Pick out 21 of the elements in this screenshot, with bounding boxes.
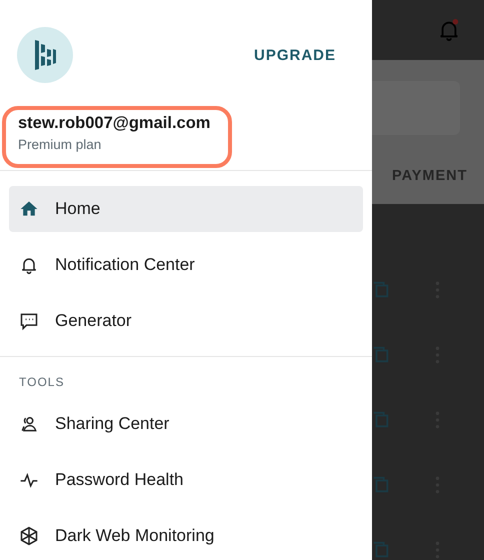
copy-icon[interactable] xyxy=(372,476,390,494)
copy-icon[interactable] xyxy=(372,411,390,429)
menu-item[interactable]: Password Health xyxy=(9,457,363,503)
menu-item[interactable]: Notification Center xyxy=(9,242,363,288)
menu-item[interactable]: Home xyxy=(9,186,363,232)
account-email: stew.rob007@gmail.com xyxy=(18,114,212,133)
menu-item[interactable]: Generator xyxy=(9,298,363,344)
menu-item[interactable]: Sharing Center xyxy=(9,401,363,447)
chat-icon xyxy=(19,311,39,331)
logo-icon xyxy=(17,27,73,83)
search-field[interactable] xyxy=(372,80,460,135)
menu-item[interactable]: Dark Web Monitoring xyxy=(9,513,363,559)
copy-icon[interactable] xyxy=(372,541,390,559)
upgrade-button[interactable]: UPGRADE xyxy=(244,40,346,70)
bell-icon[interactable] xyxy=(438,18,460,42)
copy-icon[interactable] xyxy=(372,281,390,299)
plan-label: Premium plan xyxy=(18,137,102,152)
section-heading: TOOLS xyxy=(18,375,66,389)
copy-icon[interactable] xyxy=(372,346,390,364)
people-icon xyxy=(19,414,39,434)
cube-icon xyxy=(19,526,39,546)
